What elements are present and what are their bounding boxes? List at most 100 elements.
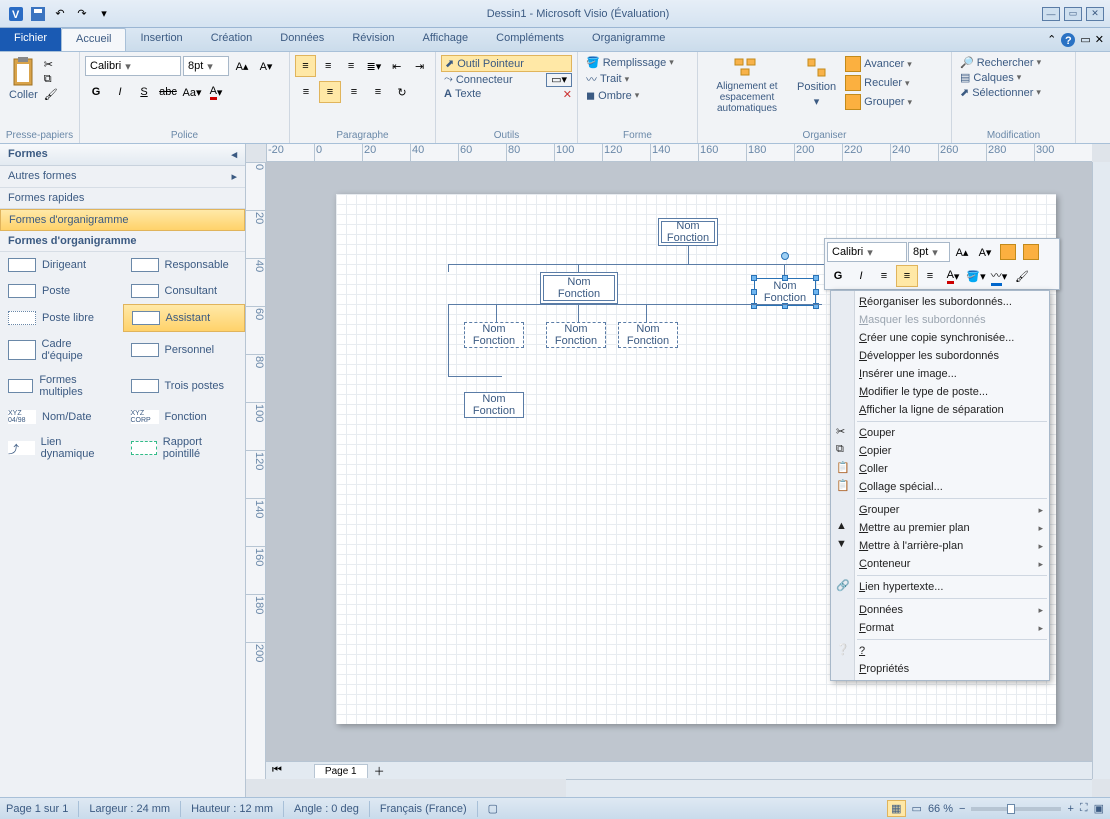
zoom-slider[interactable] [971,807,1061,811]
align-bottom-button[interactable]: ≡ [341,55,362,77]
ctx-item[interactable]: Afficher la ligne de séparation [831,401,1049,419]
mini-format-painter-icon[interactable]: 🖌 [1011,265,1033,287]
mini-shrink-font-icon[interactable]: A▾ [974,241,996,263]
resize-handle-w[interactable] [751,289,757,295]
shape-nom-date[interactable]: XYZ04/98Nom/Date [0,404,123,430]
org-node-sub2[interactable]: NomFonction [546,322,606,348]
shape-lien-dynamique[interactable]: ⤴Lien dynamique [0,430,123,466]
copy-icon[interactable]: ⧉ [44,73,58,86]
zoom-in-button[interactable]: + [1067,803,1073,815]
maximize-button[interactable]: ▭ [1064,7,1082,21]
bold-button[interactable]: G [85,81,107,103]
tab-accueil[interactable]: Accueil [61,28,126,51]
resize-handle-e[interactable] [813,289,819,295]
quick-shapes-drawer[interactable]: Formes rapides [0,188,245,209]
undo-icon[interactable]: ↶ [50,4,70,24]
auto-align-button[interactable]: Alignement et espacement automatiques [703,55,791,116]
mini-align-center-button[interactable]: ≡ [896,265,918,287]
collapse-pane-icon[interactable]: ◂ [231,148,237,161]
indent-inc-button[interactable]: ⇥ [409,55,430,77]
mini-bold-button[interactable]: G [827,265,849,287]
ctx-item[interactable]: Insérer une image... [831,365,1049,383]
align-center-button[interactable]: ≡ [319,81,341,103]
mini-align-left-button[interactable]: ≡ [873,265,895,287]
case-button[interactable]: Aa▾ [181,81,203,103]
line-button[interactable]: 〰Trait▾ [583,70,692,88]
redo-icon[interactable]: ↷ [72,4,92,24]
shape-fonction[interactable]: XYZCORPFonction [123,404,246,430]
shape-responsable[interactable]: Responsable [123,252,246,278]
orgchart-shapes-drawer[interactable]: Formes d'organigramme [0,209,245,231]
other-shapes-drawer[interactable]: Autres formes▸ [0,166,245,188]
mini-size-combo[interactable]: 8pt▾ [908,242,950,262]
align-justify-button[interactable]: ≡ [367,81,389,103]
mini-font-color-button[interactable]: A▾ [942,265,964,287]
help-icon[interactable]: ? [1060,32,1076,48]
ctx-item[interactable]: Créer une copie synchronisée... [831,329,1049,347]
shape-trois-postes[interactable]: Trois postes [123,368,246,404]
italic-button[interactable]: I [109,81,131,103]
shape-rapport-pointille[interactable]: Rapport pointillé [123,430,246,466]
zoom-level[interactable]: 66 % [928,803,953,815]
ctx-item[interactable]: ❔? [831,642,1049,660]
rotate-handle[interactable] [781,252,789,260]
format-painter-icon[interactable]: 🖌 [44,88,58,101]
shape-personnel[interactable]: Personnel [123,332,246,368]
connector-tool-button[interactable]: ⤳Connecteur [441,72,516,87]
mini-font-combo[interactable]: Calibri▾ [827,242,907,262]
new-page-icon[interactable]: ＋ [368,763,391,779]
fill-button[interactable]: 🪣Remplissage▾ [583,55,692,70]
mini-italic-button[interactable]: I [850,265,872,287]
ctx-item[interactable]: Conteneur▸ [831,555,1049,573]
ctx-item[interactable]: Grouper▸ [831,501,1049,519]
scrollbar-horizontal[interactable] [566,779,1092,797]
resize-handle-nw[interactable] [751,275,757,281]
ctx-item[interactable]: ▼Mettre à l'arrière-plan▸ [831,537,1049,555]
text-tool-button[interactable]: ATexte [441,87,484,101]
tab-revision[interactable]: Révision [338,28,408,51]
org-node-sub1[interactable]: NomFonction [464,322,524,348]
align-middle-button[interactable]: ≡ [318,55,339,77]
rotate-text-button[interactable]: ↻ [391,81,413,103]
view-mode-icon-1[interactable]: ▦ [887,800,905,817]
indent-dec-button[interactable]: ⇤ [386,55,407,77]
ctx-item[interactable]: ⧉Copier [831,442,1049,460]
cut-icon[interactable]: ✂ [44,58,58,71]
shape-assistant[interactable]: Assistant [123,304,246,332]
tab-complements[interactable]: Compléments [482,28,578,51]
font-name-combo[interactable]: Calibri▾ [85,56,181,76]
tab-creation[interactable]: Création [197,28,267,51]
org-node-sub3[interactable]: NomFonction [618,322,678,348]
shadow-button[interactable]: ◼Ombre▾ [583,88,692,103]
tab-file[interactable]: Fichier [0,28,61,51]
font-color-button[interactable]: A▾ [205,81,227,103]
page-tab-1[interactable]: Page 1 [314,764,368,778]
shape-poste-libre[interactable]: Poste libre [0,304,123,332]
ribbon-minimize-icon[interactable]: ⌃ [1047,33,1056,46]
shape-cadre-equipe[interactable]: Cadre d'équipe [0,332,123,368]
grow-font-icon[interactable]: A▴ [231,55,253,77]
tab-organigramme[interactable]: Organigramme [578,28,679,51]
tab-donnees[interactable]: Données [266,28,338,51]
strikethrough-button[interactable]: abc [157,81,179,103]
ctx-item[interactable]: 📋Collage spécial... [831,478,1049,496]
align-right-button[interactable]: ≡ [343,81,365,103]
ctx-item[interactable]: ▲Mettre au premier plan▸ [831,519,1049,537]
bullets-button[interactable]: ≣▾ [363,55,384,77]
ctx-item[interactable]: Réorganiser les subordonnés... [831,293,1049,311]
org-node-bottom[interactable]: NomFonction [464,392,524,418]
window-close-icon[interactable]: ✕ [1095,33,1104,46]
ctx-item[interactable]: Données▸ [831,601,1049,619]
ctx-item[interactable]: 🔗Lien hypertexte... [831,578,1049,596]
resize-handle-ne[interactable] [813,275,819,281]
rect-tool-icon[interactable]: ▭▾ [546,73,572,87]
minimize-button[interactable]: — [1042,7,1060,21]
delete-tool-icon[interactable]: ✕ [563,88,572,101]
zoom-out-button[interactable]: − [959,803,965,815]
shape-dirigeant[interactable]: Dirigeant [0,252,123,278]
shape-poste[interactable]: Poste [0,278,123,304]
tab-insertion[interactable]: Insertion [126,28,196,51]
fit-page-icon[interactable]: ⛶ [1080,802,1088,815]
align-left-button[interactable]: ≡ [295,81,317,103]
visio-icon[interactable]: V [6,4,26,24]
